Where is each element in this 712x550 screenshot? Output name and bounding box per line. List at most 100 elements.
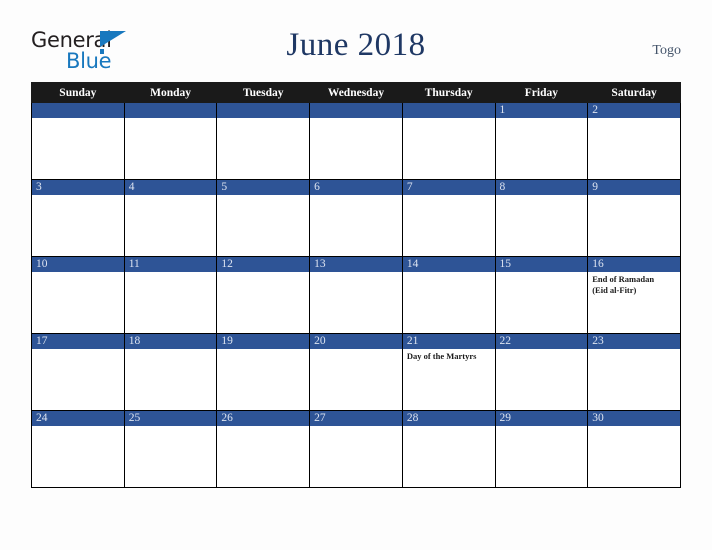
calendar-day-cell[interactable] — [401, 102, 496, 180]
calendar-day-cell[interactable]: 6 — [309, 179, 403, 257]
day-number: 22 — [495, 334, 588, 349]
calendar-body: 1 2 3 4 5 6 7 8 9 10 11 12 13 14 15 16 End of Ramadan (E… — [31, 102, 681, 488]
day-event-area — [32, 118, 124, 120]
calendar-day-cell[interactable]: 18 — [123, 333, 218, 411]
day-event-area: Day of the Martyrs — [403, 349, 495, 362]
weekday-header-monday: Monday — [123, 82, 218, 103]
day-event-area — [125, 118, 217, 120]
calendar-day-cell[interactable]: 16 End of Ramadan (Eid al-Fitr) — [587, 256, 681, 334]
calendar-day-cell[interactable]: 20 — [309, 333, 403, 411]
calendar-day-cell[interactable]: 19 — [216, 333, 311, 411]
day-event-area — [217, 195, 309, 197]
day-event-area — [403, 272, 495, 274]
calendar-day-cell[interactable]: 7 — [401, 179, 496, 257]
calendar-day-cell[interactable]: 25 — [123, 410, 218, 488]
day-number: 23 — [588, 334, 680, 349]
calendar-day-cell[interactable] — [216, 102, 311, 180]
day-event-area — [403, 118, 495, 120]
calendar-day-cell[interactable] — [31, 102, 125, 180]
calendar-day-cell[interactable]: 8 — [494, 179, 589, 257]
calendar-day-cell[interactable]: 23 — [587, 333, 681, 411]
calendar-day-cell[interactable]: 10 — [31, 256, 125, 334]
calendar-week-row: 24 25 26 27 28 29 30 — [31, 410, 681, 488]
day-number: 21 — [402, 334, 495, 349]
calendar-day-cell[interactable]: 12 — [216, 256, 311, 334]
day-number: 17 — [32, 334, 124, 349]
day-number: 11 — [124, 257, 217, 272]
day-number: 5 — [217, 180, 310, 195]
calendar-week-row: 17 18 19 20 21 Day of the Martyrs 22 23 — [31, 333, 681, 411]
day-number: 27 — [310, 411, 402, 426]
day-number: 4 — [124, 180, 217, 195]
day-event-area — [32, 426, 124, 428]
calendar-day-cell[interactable]: 27 — [309, 410, 403, 488]
day-number: 20 — [310, 334, 402, 349]
calendar-day-cell[interactable]: 13 — [309, 256, 403, 334]
day-number: 10 — [32, 257, 124, 272]
day-event-area — [310, 195, 402, 197]
day-event-text: End of Ramadan (Eid al-Fitr) — [592, 274, 655, 295]
calendar-day-cell[interactable]: 9 — [587, 179, 681, 257]
day-number — [402, 103, 495, 118]
weekday-header-friday: Friday — [494, 82, 589, 103]
day-number: 13 — [310, 257, 402, 272]
day-number: 15 — [495, 257, 588, 272]
day-number: 16 — [588, 257, 680, 272]
calendar-day-cell[interactable]: 24 — [31, 410, 125, 488]
day-event-area — [217, 272, 309, 274]
calendar-day-cell[interactable]: 15 — [494, 256, 589, 334]
calendar-grid: Sunday Monday Tuesday Wednesday Thursday… — [31, 82, 681, 488]
day-event-area — [588, 118, 680, 120]
calendar-day-cell[interactable] — [123, 102, 218, 180]
day-event-area — [217, 426, 309, 428]
weekday-header-row: Sunday Monday Tuesday Wednesday Thursday… — [31, 82, 681, 103]
day-number — [32, 103, 124, 118]
day-event-area — [403, 195, 495, 197]
calendar-day-cell[interactable]: 2 — [587, 102, 681, 180]
day-event-area — [496, 118, 588, 120]
calendar-day-cell[interactable] — [309, 102, 403, 180]
calendar-day-cell[interactable]: 29 — [494, 410, 589, 488]
calendar-week-row: 3456789 — [31, 179, 681, 257]
calendar-day-cell[interactable]: 1 — [494, 102, 589, 180]
calendar-day-cell[interactable]: 22 — [494, 333, 589, 411]
day-number: 12 — [217, 257, 310, 272]
day-event-area — [32, 349, 124, 351]
day-number: 18 — [124, 334, 217, 349]
calendar-day-cell[interactable]: 5 — [216, 179, 311, 257]
day-event-area — [32, 195, 124, 197]
day-number: 26 — [217, 411, 310, 426]
day-number: 1 — [495, 103, 588, 118]
day-number: 8 — [495, 180, 588, 195]
day-event-area — [496, 195, 588, 197]
calendar-day-cell[interactable]: 28 — [401, 410, 496, 488]
day-event-area — [32, 272, 124, 274]
calendar-week-row: 12 — [31, 102, 681, 180]
day-event-area — [217, 349, 309, 351]
day-number: 6 — [310, 180, 402, 195]
calendar-day-cell[interactable]: 14 — [401, 256, 496, 334]
day-event-area — [310, 349, 402, 351]
day-event-area — [125, 195, 217, 197]
calendar-day-cell[interactable]: 11 — [123, 256, 218, 334]
day-event-area — [310, 426, 402, 428]
page-header: General Blue June 2018 Togo — [0, 0, 712, 82]
weekday-header-thursday: Thursday — [401, 82, 496, 103]
day-number: 30 — [588, 411, 680, 426]
day-number: 28 — [402, 411, 495, 426]
calendar-day-cell[interactable]: 17 — [31, 333, 125, 411]
day-number: 7 — [402, 180, 495, 195]
day-number: 24 — [32, 411, 124, 426]
day-number — [124, 103, 217, 118]
day-event-area — [588, 426, 680, 428]
calendar-day-cell[interactable]: 3 — [31, 179, 125, 257]
weekday-header-wednesday: Wednesday — [309, 82, 403, 103]
day-number: 9 — [588, 180, 680, 195]
region-label: Togo — [652, 43, 681, 58]
day-event-area — [496, 349, 588, 351]
calendar-day-cell[interactable]: 26 — [216, 410, 311, 488]
day-number: 29 — [495, 411, 588, 426]
calendar-day-cell[interactable]: 21 Day of the Martyrs — [401, 333, 496, 411]
calendar-day-cell[interactable]: 30 — [587, 410, 681, 488]
calendar-day-cell[interactable]: 4 — [123, 179, 218, 257]
